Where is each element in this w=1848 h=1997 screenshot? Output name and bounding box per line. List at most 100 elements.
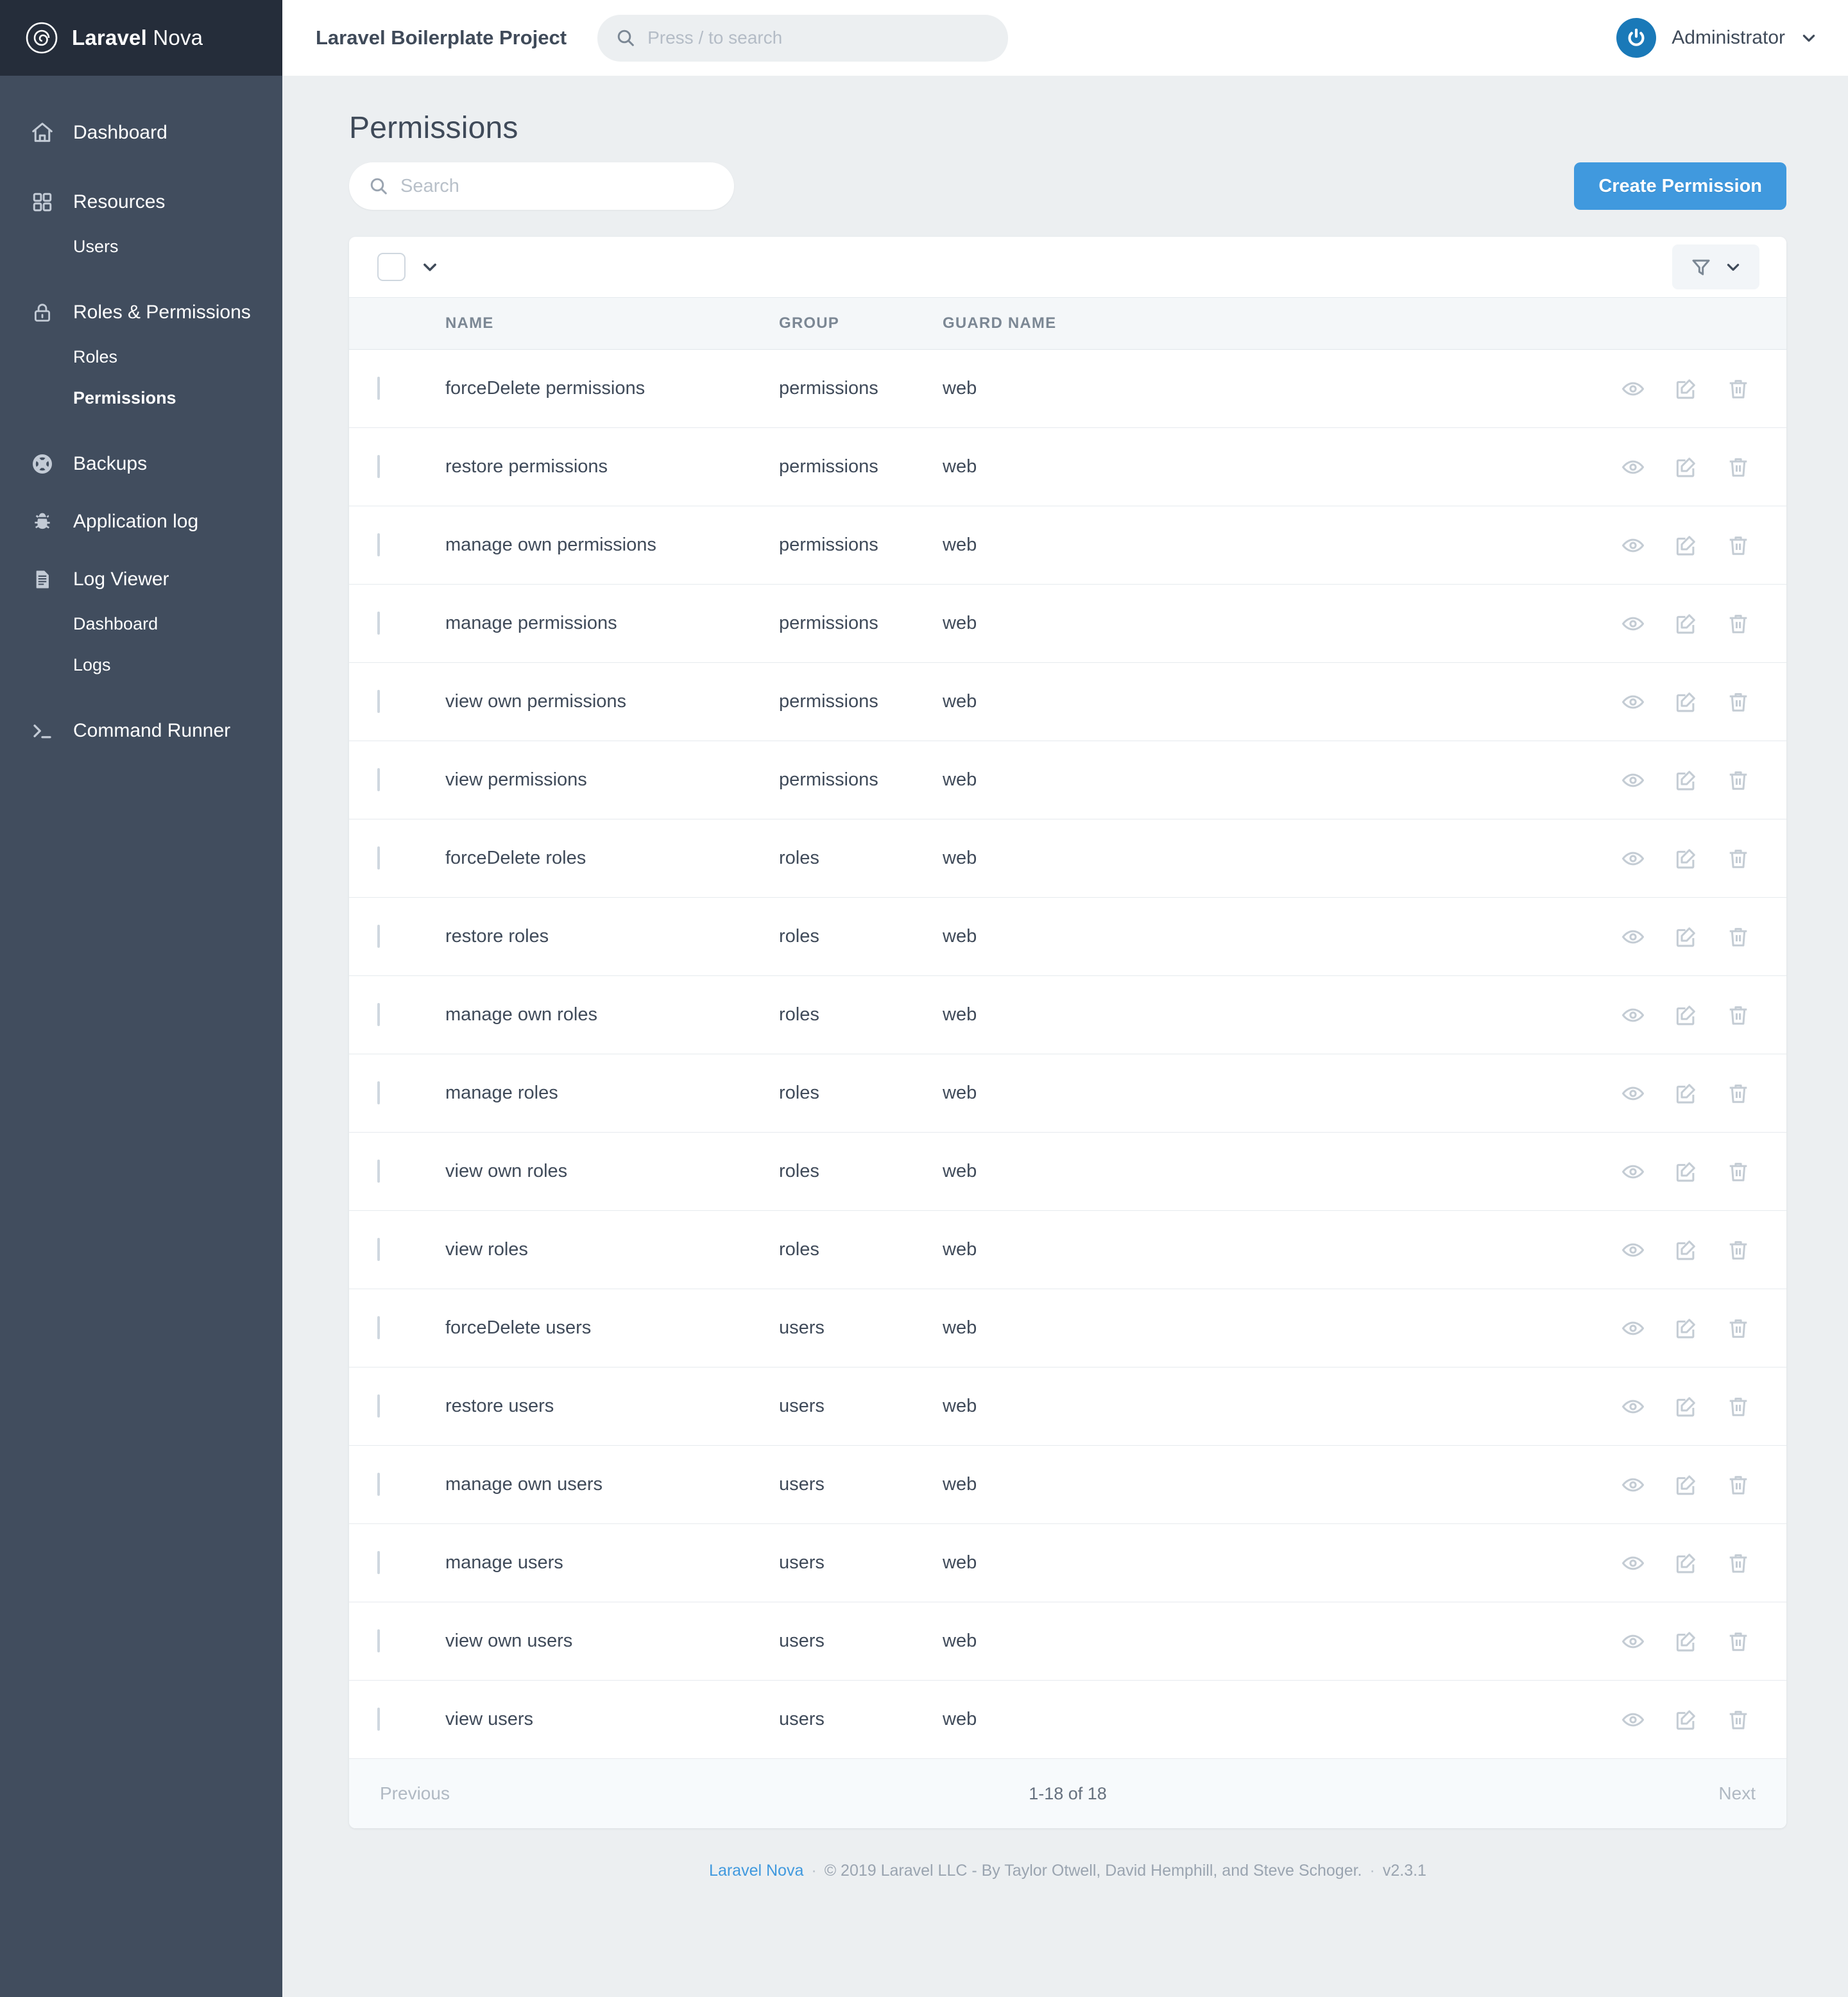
view-icon[interactable] — [1621, 612, 1645, 636]
edit-icon[interactable] — [1673, 1551, 1698, 1575]
row-checkbox[interactable] — [377, 925, 380, 948]
sidebar-item-logs[interactable]: Logs — [0, 644, 282, 685]
delete-icon[interactable] — [1726, 1394, 1750, 1419]
sidebar-item-log-viewer[interactable]: Log Viewer — [0, 556, 282, 603]
sidebar-item-roles[interactable]: Roles — [0, 336, 282, 377]
delete-icon[interactable] — [1726, 1629, 1750, 1654]
filter-button[interactable] — [1672, 244, 1759, 289]
resource-search[interactable] — [349, 162, 734, 210]
edit-icon[interactable] — [1673, 1629, 1698, 1654]
delete-icon[interactable] — [1726, 925, 1750, 949]
row-checkbox[interactable] — [377, 1551, 380, 1574]
row-checkbox[interactable] — [377, 1316, 380, 1339]
table-row[interactable]: manage own permissions permissions web — [349, 506, 1786, 585]
edit-icon[interactable] — [1673, 1238, 1698, 1262]
table-row[interactable]: restore users users web — [349, 1367, 1786, 1446]
row-checkbox[interactable] — [377, 1160, 380, 1183]
row-checkbox[interactable] — [377, 1238, 380, 1261]
sidebar-item-users[interactable]: Users — [0, 226, 282, 267]
view-icon[interactable] — [1621, 1629, 1645, 1654]
table-row[interactable]: manage users users web — [349, 1523, 1786, 1602]
table-row[interactable]: restore permissions permissions web — [349, 427, 1786, 506]
sidebar-item-roles-permissions[interactable]: Roles & Permissions — [0, 289, 282, 336]
create-permission-button[interactable]: Create Permission — [1574, 162, 1786, 210]
delete-icon[interactable] — [1726, 1081, 1750, 1106]
row-checkbox[interactable] — [377, 1708, 380, 1731]
row-checkbox[interactable] — [377, 690, 380, 713]
edit-icon[interactable] — [1673, 1708, 1698, 1732]
edit-icon[interactable] — [1673, 846, 1698, 871]
select-all-checkbox[interactable] — [377, 253, 406, 281]
user-menu[interactable]: Administrator — [1616, 18, 1817, 58]
view-icon[interactable] — [1621, 1708, 1645, 1732]
edit-icon[interactable] — [1673, 1316, 1698, 1341]
delete-icon[interactable] — [1726, 1708, 1750, 1732]
delete-icon[interactable] — [1726, 377, 1750, 401]
edit-icon[interactable] — [1673, 1003, 1698, 1027]
edit-icon[interactable] — [1673, 1081, 1698, 1106]
delete-icon[interactable] — [1726, 846, 1750, 871]
table-row[interactable]: restore roles roles web — [349, 897, 1786, 976]
pagination-next-button[interactable]: Next — [1718, 1783, 1756, 1804]
table-row[interactable]: forceDelete permissions permissions web — [349, 349, 1786, 428]
table-row[interactable]: view permissions permissions web — [349, 741, 1786, 819]
sidebar-item-command-runner[interactable]: Command Runner — [0, 707, 282, 755]
view-icon[interactable] — [1621, 377, 1645, 401]
row-checkbox[interactable] — [377, 1629, 380, 1652]
view-icon[interactable] — [1621, 1081, 1645, 1106]
view-icon[interactable] — [1621, 846, 1645, 871]
edit-icon[interactable] — [1673, 1394, 1698, 1419]
view-icon[interactable] — [1621, 690, 1645, 714]
sidebar-item-dashboard[interactable]: Dashboard — [0, 109, 282, 157]
delete-icon[interactable] — [1726, 1473, 1750, 1497]
sidebar-item-resources[interactable]: Resources — [0, 178, 282, 226]
delete-icon[interactable] — [1726, 612, 1750, 636]
edit-icon[interactable] — [1673, 768, 1698, 793]
row-checkbox[interactable] — [377, 1003, 380, 1026]
delete-icon[interactable] — [1726, 690, 1750, 714]
delete-icon[interactable] — [1726, 533, 1750, 558]
row-checkbox[interactable] — [377, 846, 380, 870]
edit-icon[interactable] — [1673, 455, 1698, 479]
view-icon[interactable] — [1621, 925, 1645, 949]
delete-icon[interactable] — [1726, 1003, 1750, 1027]
row-checkbox[interactable] — [377, 533, 380, 556]
table-row[interactable]: manage own roles roles web — [349, 975, 1786, 1054]
delete-icon[interactable] — [1726, 768, 1750, 793]
table-row[interactable]: view users users web — [349, 1680, 1786, 1759]
pagination-previous-button[interactable]: Previous — [380, 1783, 450, 1804]
row-checkbox[interactable] — [377, 377, 380, 400]
row-checkbox[interactable] — [377, 1081, 380, 1104]
view-icon[interactable] — [1621, 1316, 1645, 1341]
view-icon[interactable] — [1621, 455, 1645, 479]
row-checkbox[interactable] — [377, 768, 380, 791]
edit-icon[interactable] — [1673, 377, 1698, 401]
row-checkbox[interactable] — [377, 1394, 380, 1418]
view-icon[interactable] — [1621, 1003, 1645, 1027]
table-row[interactable]: forceDelete users users web — [349, 1289, 1786, 1367]
edit-icon[interactable] — [1673, 925, 1698, 949]
chevron-down-icon[interactable] — [421, 258, 439, 276]
delete-icon[interactable] — [1726, 1316, 1750, 1341]
table-row[interactable]: manage own users users web — [349, 1445, 1786, 1524]
row-checkbox[interactable] — [377, 455, 380, 478]
table-row[interactable]: forceDelete roles roles web — [349, 819, 1786, 898]
delete-icon[interactable] — [1726, 1551, 1750, 1575]
sidebar-item-application-log[interactable]: Application log — [0, 498, 282, 545]
view-icon[interactable] — [1621, 1238, 1645, 1262]
resource-search-input[interactable] — [400, 175, 715, 197]
view-icon[interactable] — [1621, 768, 1645, 793]
sidebar-item-permissions[interactable]: Permissions — [0, 377, 282, 418]
view-icon[interactable] — [1621, 533, 1645, 558]
row-checkbox[interactable] — [377, 1473, 380, 1496]
edit-icon[interactable] — [1673, 533, 1698, 558]
footer-nova-link[interactable]: Laravel Nova — [709, 1862, 803, 1880]
global-search-input[interactable] — [647, 28, 991, 48]
edit-icon[interactable] — [1673, 1473, 1698, 1497]
view-icon[interactable] — [1621, 1551, 1645, 1575]
sidebar-item-backups[interactable]: Backups — [0, 440, 282, 488]
table-row[interactable]: view own users users web — [349, 1602, 1786, 1681]
edit-icon[interactable] — [1673, 690, 1698, 714]
sidebar-brand[interactable]: Laravel Nova — [0, 0, 282, 76]
delete-icon[interactable] — [1726, 1160, 1750, 1184]
